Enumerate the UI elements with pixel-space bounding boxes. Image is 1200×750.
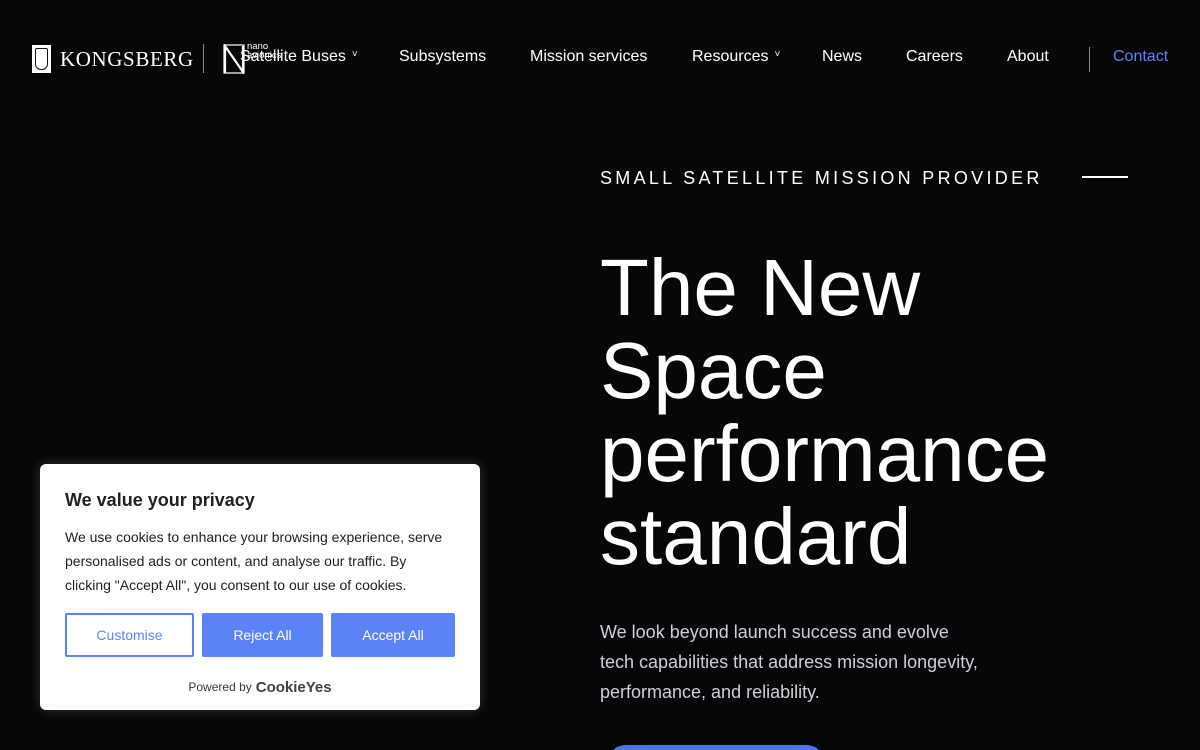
hero-title-line: performance (600, 409, 1050, 498)
powered-by: Powered by CookieYes (40, 678, 480, 696)
hero-description: We look beyond launch success and evolve… (600, 617, 1000, 707)
cookie-consent-banner: We value your privacy We use cookies to … (40, 464, 480, 710)
nav-item-careers[interactable]: Careers (906, 48, 963, 70)
logo-divider (203, 44, 204, 73)
reject-all-button[interactable]: Reject All (202, 613, 323, 657)
powered-by-label: Powered by (188, 680, 252, 694)
hero-eyebrow: SMALL SATELLITE MISSION PROVIDER (600, 168, 1043, 188)
customise-button[interactable]: Customise (65, 613, 194, 657)
hero-cta-button[interactable] (606, 745, 826, 750)
nav-item-news[interactable]: News (822, 48, 862, 70)
cookie-description: We use cookies to enhance your browsing … (65, 525, 460, 597)
chevron-down-icon: ˅ (774, 49, 781, 60)
page: KONGSBERG nano avionics Satellite Buses ˅… (0, 0, 1200, 750)
site-header: KONGSBERG nano avionics Satellite Buses ˅… (0, 0, 1200, 118)
nav-item-label: Satellite Buses (240, 48, 346, 65)
nav-item-label: Subsystems (399, 48, 487, 65)
hero-description-line: We look beyond launch success and evolve (600, 622, 949, 642)
chevron-down-icon: ˅ (351, 49, 358, 60)
hero-title-line: standard (600, 492, 912, 581)
cookie-description-line: personalised ads or content, and analyse… (65, 553, 407, 569)
nav-item-label: Resources (692, 48, 769, 65)
nav-item-label: Careers (906, 48, 963, 65)
accept-all-button[interactable]: Accept All (331, 613, 455, 657)
nav-item-label: News (822, 48, 863, 65)
hero-description-line: performance, and reliability. (600, 682, 820, 702)
hero-title: The New Space performance standard (600, 246, 1160, 578)
cookie-description-line: clicking "Accept All", you consent to ou… (65, 577, 407, 593)
eyebrow-line (1082, 176, 1128, 178)
nav-item-contact[interactable]: Contact (1113, 48, 1168, 70)
nav-item-about[interactable]: About (1007, 48, 1049, 70)
nav-item-subsystems[interactable]: Subsystems (399, 48, 486, 70)
nav-item-label: Mission services (530, 48, 648, 65)
nav-item-mission-services[interactable]: Mission services (530, 48, 647, 70)
kongsberg-wordmark: KONGSBERG (60, 46, 194, 71)
cookie-description-line: We use cookies to enhance your browsing … (65, 529, 443, 545)
hero-title-line: The New (600, 243, 921, 332)
kongsberg-crest-icon (32, 45, 51, 73)
nav-item-label: About (1007, 48, 1049, 65)
nav-item-satellite-buses[interactable]: Satellite Buses ˅ (240, 48, 358, 70)
kongsberg-logo[interactable]: KONGSBERG (32, 44, 194, 74)
nav-item-resources[interactable]: Resources ˅ (692, 48, 780, 70)
cookieyes-logo[interactable]: CookieYes (256, 679, 332, 696)
nav-divider (1089, 47, 1090, 72)
cookie-title: We value your privacy (65, 490, 255, 510)
hero-title-line: Space (600, 326, 827, 415)
hero-description-line: tech capabilities that address mission l… (600, 652, 978, 672)
